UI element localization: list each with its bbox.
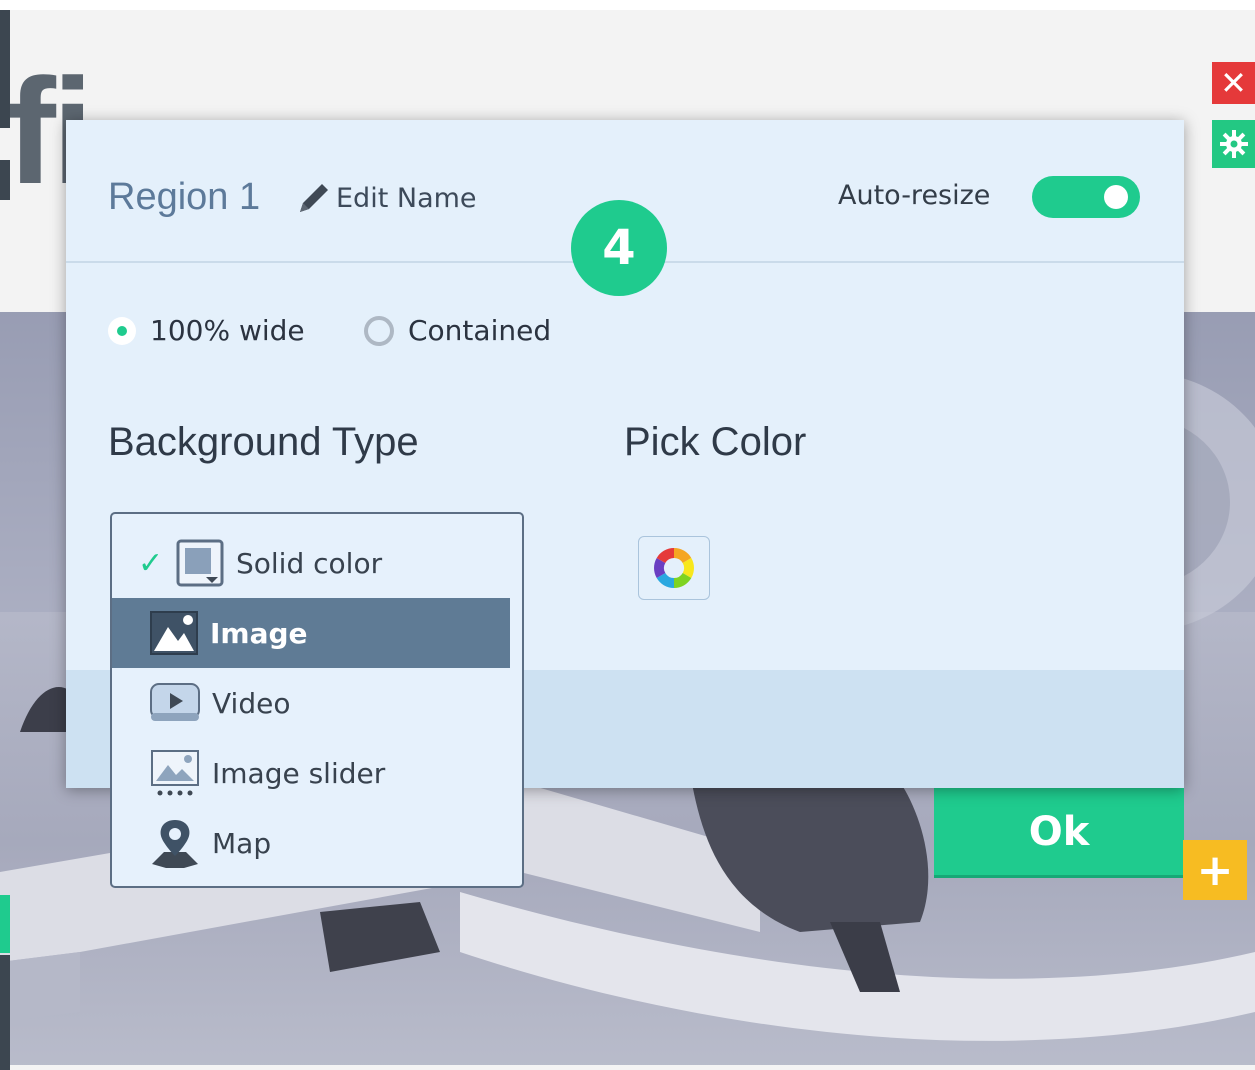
left-edge-bar (0, 160, 10, 200)
checkmark-icon: ✓ (138, 545, 164, 581)
left-edge-bar (0, 955, 10, 1070)
dropdown-item-label: Solid color (236, 546, 383, 580)
add-section-button[interactable]: + (1183, 840, 1247, 900)
pencil-icon (300, 184, 328, 212)
region-title: Region 1 (108, 176, 261, 218)
page-top-rule (0, 0, 1255, 10)
auto-resize-label: Auto-resize (838, 180, 991, 211)
color-picker-button[interactable] (638, 536, 710, 600)
toggle-knob (1104, 185, 1128, 209)
image-icon (150, 611, 198, 655)
gear-icon (1219, 130, 1248, 158)
radio-selected-icon (108, 316, 136, 345)
left-edge-bar (0, 10, 10, 128)
edit-name-label: Edit Name (336, 182, 477, 214)
plus-icon: + (1196, 844, 1234, 896)
map-pin-icon (152, 820, 198, 868)
video-icon (150, 683, 200, 721)
edit-name-button[interactable]: Edit Name (296, 180, 477, 216)
radio-contained[interactable]: Contained (364, 314, 551, 347)
ok-button[interactable]: Ok (934, 788, 1184, 878)
step-badge: 4 (571, 200, 667, 296)
auto-resize-toggle[interactable] (1032, 176, 1140, 218)
dropdown-item-label: Map (212, 826, 272, 860)
background-type-dropdown: ✓ Solid color Image Video Image slider M… (110, 512, 524, 888)
color-wheel-icon (654, 548, 694, 588)
pick-color-title: Pick Color (624, 420, 807, 464)
close-button[interactable]: ✕ (1212, 62, 1255, 104)
close-icon: ✕ (1220, 64, 1247, 102)
radio-unselected-icon (364, 315, 394, 346)
dropdown-item-image-slider[interactable]: Image slider (112, 738, 522, 808)
radio-100-wide[interactable]: 100% wide (108, 314, 305, 347)
left-edge-accent (0, 895, 10, 953)
dropdown-item-solid-color[interactable]: ✓ Solid color (112, 528, 522, 598)
dropdown-item-video[interactable]: Video (112, 668, 522, 738)
image-slider-icon (151, 750, 199, 796)
dropdown-item-label: Video (212, 686, 291, 720)
dropdown-item-label: Image (210, 616, 308, 650)
settings-button[interactable] (1212, 120, 1255, 168)
background-type-title: Background Type (108, 420, 419, 464)
radio-label: 100% wide (150, 314, 305, 347)
radio-label: Contained (408, 314, 552, 347)
page-bottom-strip (0, 1065, 1255, 1070)
dropdown-item-label: Image slider (212, 756, 386, 790)
dropdown-item-map[interactable]: Map (112, 808, 522, 878)
solid-color-icon (176, 539, 224, 587)
dropdown-item-image[interactable]: Image (112, 598, 510, 668)
